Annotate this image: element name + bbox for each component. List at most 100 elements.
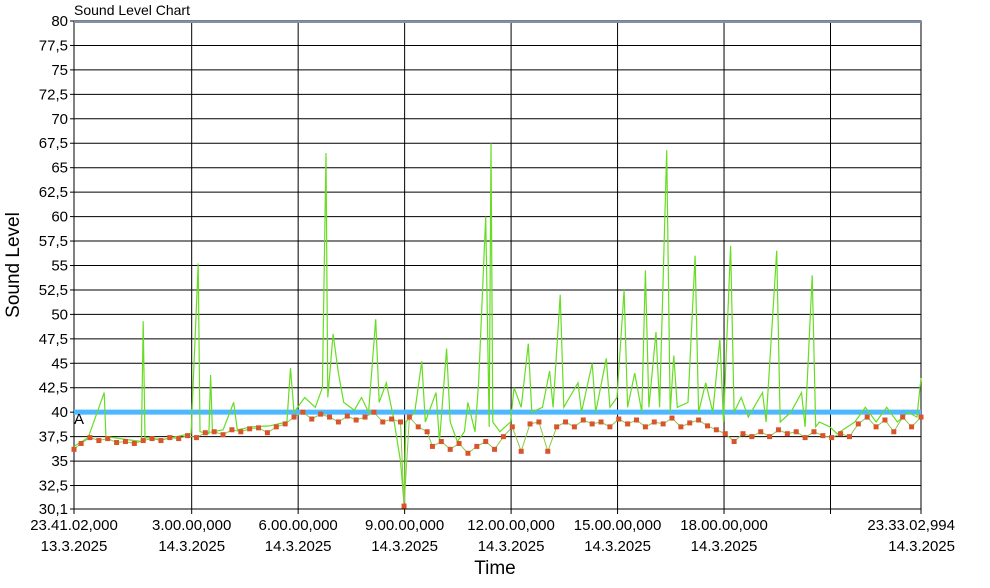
y-tick-label: 75 xyxy=(51,62,68,79)
data-marker xyxy=(167,435,173,441)
data-marker xyxy=(651,419,657,425)
data-marker xyxy=(483,439,489,445)
data-marker xyxy=(607,424,613,430)
data-marker xyxy=(344,413,350,419)
data-marker xyxy=(740,431,746,437)
y-tick-label: 52,5 xyxy=(39,282,68,299)
data-marker xyxy=(401,503,407,509)
data-marker xyxy=(447,446,453,452)
data-marker xyxy=(327,414,333,420)
threshold-label: A xyxy=(74,411,84,428)
data-marker xyxy=(492,446,498,452)
data-marker xyxy=(704,423,710,429)
x-axis-label: Time xyxy=(474,558,516,579)
data-marker xyxy=(131,440,137,446)
data-marker xyxy=(793,429,799,435)
data-marker xyxy=(140,438,146,444)
x-axis-ticks: 23.41.02,000 13.3.2025 3.00.00,000 14.3.202… xyxy=(30,517,955,555)
x-tick-date-label: 14.3.2025 xyxy=(158,538,225,555)
data-marker xyxy=(864,414,870,420)
y-tick-label: 60 xyxy=(51,209,68,226)
data-marker xyxy=(371,409,377,415)
data-marker xyxy=(580,417,586,423)
data-marker xyxy=(545,448,551,454)
data-marker xyxy=(335,419,341,425)
data-marker xyxy=(158,438,164,444)
x-tick-date-label: 14.3.2025 xyxy=(584,538,651,555)
data-marker xyxy=(71,446,77,452)
y-tick-label: 80 xyxy=(51,13,68,30)
data-marker xyxy=(122,439,128,445)
y-axis-label: Sound Level xyxy=(3,212,24,318)
data-marker xyxy=(589,421,595,427)
x-tick-date-label: 13.3.2025 xyxy=(41,538,108,555)
x-tick-time-label: 3.00.00,000 xyxy=(152,517,231,534)
data-marker xyxy=(855,421,861,427)
data-marker xyxy=(536,419,542,425)
data-marker xyxy=(669,415,675,421)
data-marker xyxy=(273,424,279,430)
y-tick-label: 47,5 xyxy=(39,331,68,348)
y-tick-label: 65 xyxy=(51,160,68,177)
data-marker xyxy=(518,448,524,454)
y-tick-label: 30,1 xyxy=(39,501,68,518)
data-marker xyxy=(96,438,102,444)
data-marker xyxy=(882,417,888,423)
y-tick-label: 37,5 xyxy=(39,429,68,446)
y-tick-label: 35 xyxy=(51,453,68,470)
data-marker xyxy=(291,414,297,420)
data-marker xyxy=(229,427,235,433)
data-marker xyxy=(309,416,315,422)
data-marker xyxy=(406,414,412,420)
data-marker xyxy=(642,424,648,430)
data-marker xyxy=(846,434,852,440)
x-tick-time-label: 12.00.00,000 xyxy=(467,517,555,534)
data-marker xyxy=(438,439,444,445)
data-marker xyxy=(114,439,120,445)
data-marker xyxy=(563,419,569,425)
y-tick-label: 32,5 xyxy=(39,478,68,495)
data-marker xyxy=(527,421,533,427)
y-tick-label: 62,5 xyxy=(39,184,68,201)
data-marker xyxy=(784,431,790,437)
data-marker xyxy=(424,429,430,435)
data-marker xyxy=(634,417,640,423)
data-marker xyxy=(282,421,288,427)
data-marker xyxy=(696,417,702,423)
x-tick-date-label: 14.3.2025 xyxy=(371,538,438,555)
data-marker xyxy=(474,443,480,449)
data-marker xyxy=(722,431,728,437)
data-marker xyxy=(891,429,897,435)
data-marker xyxy=(380,419,386,425)
data-marker xyxy=(829,435,835,441)
y-axis-ticks: 80 77,5 75 72,5 70 67,5 65 62,5 60 57,5 55 52,5 50 47… xyxy=(39,13,74,518)
data-marker xyxy=(802,435,808,441)
data-marker xyxy=(362,414,368,420)
data-marker xyxy=(353,417,359,423)
y-tick-label: 67,5 xyxy=(39,135,68,152)
data-marker xyxy=(687,420,693,426)
x-tick-date-label: 14.3.2025 xyxy=(265,538,332,555)
data-marker xyxy=(820,433,826,439)
data-marker xyxy=(176,436,182,442)
data-marker xyxy=(247,426,253,432)
data-marker xyxy=(554,424,560,430)
data-marker xyxy=(873,424,879,430)
x-tick-time-label: 9.00.00,000 xyxy=(365,517,444,534)
x-tick-time-label: 23.41.02,000 xyxy=(30,517,118,534)
data-marker xyxy=(918,414,924,420)
data-marker xyxy=(193,435,199,441)
data-marker xyxy=(202,430,208,436)
y-tick-label: 70 xyxy=(51,111,68,128)
data-marker xyxy=(900,414,906,420)
y-tick-label: 57,5 xyxy=(39,233,68,250)
y-tick-label: 40 xyxy=(51,404,68,421)
data-marker xyxy=(185,433,191,439)
data-marker xyxy=(678,424,684,430)
x-tick-date-label: 14.3.2025 xyxy=(888,538,955,555)
y-tick-label: 42,5 xyxy=(39,380,68,397)
data-marker xyxy=(238,429,244,435)
data-marker xyxy=(456,440,462,446)
data-marker xyxy=(78,440,84,446)
y-tick-label: 50 xyxy=(51,306,68,323)
